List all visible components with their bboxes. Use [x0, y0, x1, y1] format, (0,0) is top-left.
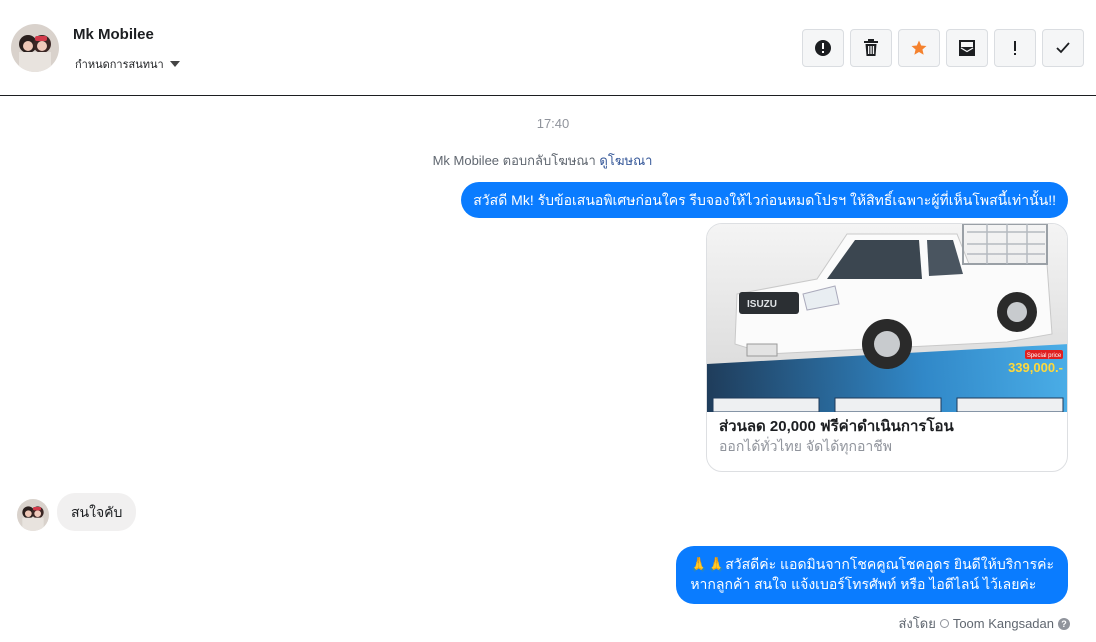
assign-conversation-label: กำหนดการสนทนา: [75, 59, 164, 71]
envelope-icon: [959, 40, 975, 56]
price-tag-label: Special price: [1027, 353, 1062, 359]
star-icon: [911, 40, 927, 55]
sent-by-info: ส่งโดย Toom Kangsadan ?: [898, 613, 1070, 634]
checkmark-icon: [1056, 42, 1070, 54]
assign-conversation-dropdown[interactable]: กำหนดการสนทนา: [75, 55, 180, 73]
brand-text: ISUZU: [747, 299, 777, 310]
ad-reply-prefix: Mk Mobilee ตอบกลับโฆษณา: [432, 153, 596, 168]
message-timestamp: 17:40: [536, 116, 570, 131]
help-icon[interactable]: ?: [1058, 617, 1070, 630]
agent-status-icon: [939, 619, 949, 628]
alert-circle-icon: [815, 40, 831, 56]
report-spam-button[interactable]: [802, 29, 844, 67]
sent-by-name: Toom Kangsadan: [952, 616, 1054, 631]
ad-title: ส่วนลด 20,000 ฟรีค่าดำเนินการโอน: [719, 418, 954, 435]
contact-avatar-small: [17, 499, 49, 531]
message-line: หากลูกค้า สนใจ แจ้งเบอร์โทรศัพท์ หรือ ไอ…: [690, 576, 1037, 592]
ad-subtitle: ออกได้ทั่วไทย จัดได้ทุกอาชีพ: [719, 438, 893, 454]
mark-unread-button[interactable]: [946, 29, 988, 67]
sent-by-label: ส่งโดย: [898, 616, 936, 631]
message-line: 🙏🙏สวัสดีค่ะ แอดมินจากโชคคูณโชคอุดร ยินดี…: [690, 556, 1054, 572]
caret-down-icon: [169, 61, 180, 67]
ad-reply-notice: Mk Mobilee ตอบกลับโฆษณา ดูโฆษณา: [0, 150, 1085, 171]
view-ad-link[interactable]: ดูโฆษณา: [599, 153, 652, 168]
incoming-message: สนใจคับ: [57, 493, 137, 531]
follow-up-button[interactable]: [994, 29, 1036, 67]
contact-name: Mk Mobilee: [73, 26, 154, 43]
outgoing-message-2: 🙏🙏สวัสดีค่ะ แอดมินจากโชคคูณโชคอุดร ยินดี…: [676, 546, 1068, 604]
conversation-header: Mk Mobilee กำหนดการสนทนา: [0, 0, 1096, 96]
ad-card[interactable]: ISUZU Special price 339,000.- ส่วนลด 20,…: [706, 223, 1068, 472]
ad-price: 339,000.-: [1008, 360, 1063, 375]
contact-avatar[interactable]: [11, 24, 59, 72]
outgoing-message: สวัสดี Mk! รับข้อเสนอพิเศษก่อนใคร รีบจอง…: [461, 182, 1068, 218]
exclamation-icon: [1014, 41, 1016, 55]
ad-image: ISUZU Special price 339,000.-: [707, 224, 1067, 412]
header-actions: [802, 29, 1084, 67]
star-button[interactable]: [898, 29, 940, 67]
mark-done-button[interactable]: [1042, 29, 1084, 67]
delete-button[interactable]: [850, 29, 892, 67]
trash-icon: [864, 39, 878, 56]
